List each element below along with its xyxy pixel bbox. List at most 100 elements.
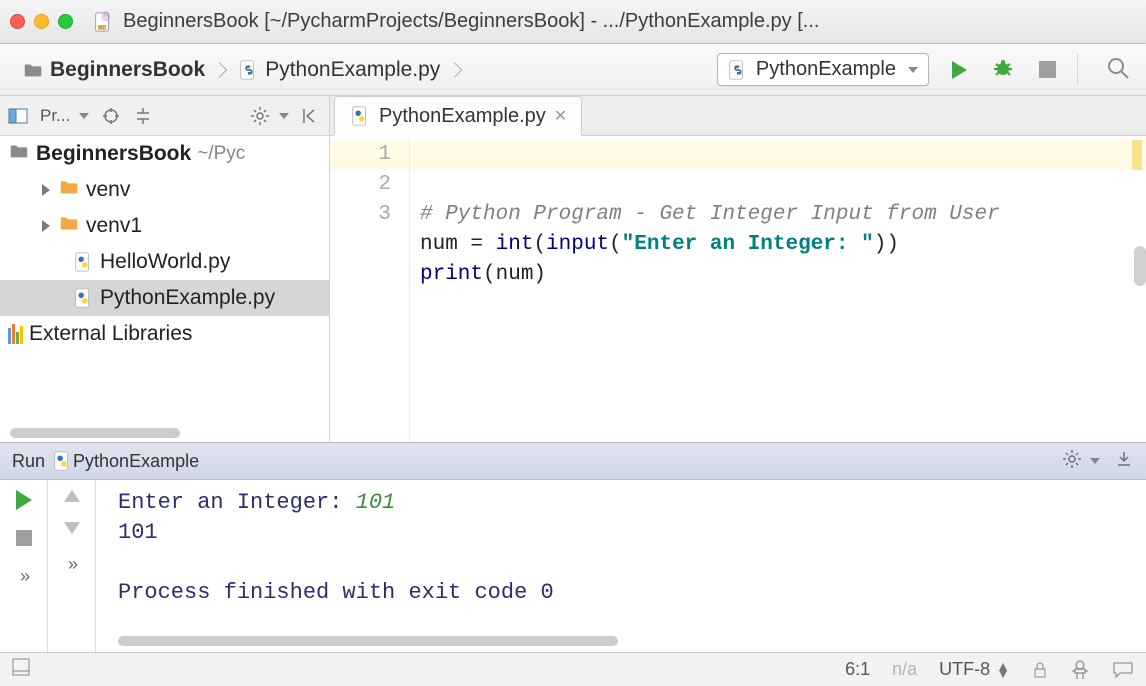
svg-text:PY: PY — [99, 24, 105, 29]
run-tool-body: » » Enter an Integer: 101 101 Process fi… — [0, 480, 1146, 652]
run-controls-left: » — [0, 480, 48, 652]
python-file-icon — [72, 286, 94, 310]
settings-button[interactable] — [250, 106, 270, 126]
more-actions-button[interactable]: » — [20, 566, 27, 587]
editor-tabbar: PythonExample.py ✕ — [330, 96, 1146, 136]
main-split: Pr... BeginnersBook ~/Py — [0, 96, 1146, 442]
chevron-down-icon — [279, 113, 289, 119]
hide-button[interactable] — [301, 106, 321, 126]
line-separator[interactable]: n/a — [892, 659, 917, 680]
project-tool-window: Pr... BeginnersBook ~/Py — [0, 96, 330, 442]
chevron-down-icon — [908, 67, 918, 73]
play-icon — [952, 61, 967, 79]
console-line: 101 — [118, 518, 1136, 548]
editor-pane: PythonExample.py ✕ 1 2 3 # Python Progra… — [330, 96, 1146, 442]
folder-icon — [58, 212, 80, 240]
traffic-lights — [10, 14, 73, 29]
tree-folder-venv[interactable]: venv — [0, 172, 329, 208]
console-exit-line: Process finished with exit code 0 — [118, 578, 1136, 608]
tree-item-label: PythonExample.py — [100, 286, 275, 310]
tree-item-label: HelloWorld.py — [100, 250, 230, 274]
run-tool-settings-button[interactable] — [1062, 449, 1082, 474]
python-file-icon — [726, 58, 748, 81]
window-titlebar: PY BeginnersBook [~/PycharmProjects/Begi… — [0, 0, 1146, 44]
line-number: 2 — [330, 170, 391, 200]
file-encoding[interactable]: UTF-8 ▲▼ — [939, 659, 1010, 680]
chevron-down-icon[interactable] — [79, 113, 89, 119]
stop-button-disabled — [1033, 56, 1061, 84]
run-tool-hide-button[interactable] — [1114, 449, 1134, 474]
run-button[interactable] — [945, 56, 973, 84]
search-icon — [1106, 56, 1130, 84]
tree-file-helloworld[interactable]: HelloWorld.py — [0, 244, 329, 280]
more-actions-button[interactable]: » — [68, 554, 75, 575]
run-controls-nav: » — [48, 480, 96, 652]
tool-windows-quick-access[interactable] — [12, 658, 30, 681]
chevron-down-icon[interactable] — [1090, 458, 1100, 464]
caret-position[interactable]: 6:1 — [845, 659, 870, 680]
tree-item-label: venv — [86, 178, 130, 202]
window-title: BeginnersBook [~/PycharmProjects/Beginne… — [123, 10, 819, 33]
close-tab-button[interactable]: ✕ — [554, 106, 567, 126]
python-file-icon — [51, 450, 73, 472]
updown-icon: ▲▼ — [996, 663, 1010, 677]
tree-item-label: venv1 — [86, 214, 142, 238]
tree-project-root[interactable]: BeginnersBook ~/Pyc — [0, 136, 329, 172]
run-tool-config-label: PythonExample — [73, 451, 199, 472]
project-view-label[interactable]: Pr... — [40, 106, 70, 126]
expand-arrow-icon[interactable] — [42, 184, 50, 196]
folder-icon — [58, 176, 80, 204]
python-file-icon — [72, 250, 94, 274]
tree-root-label: BeginnersBook — [36, 142, 191, 166]
stop-button-disabled — [16, 530, 32, 546]
current-line-highlight — [410, 140, 1146, 170]
collapse-all-button[interactable] — [133, 106, 153, 126]
run-configuration-selector[interactable]: PythonExample — [717, 53, 929, 86]
horizontal-scrollbar[interactable] — [118, 636, 618, 646]
toolbar-divider — [1077, 55, 1078, 85]
console-user-input: 101 — [356, 490, 396, 515]
breadcrumb-file[interactable]: PythonExample.py — [229, 56, 458, 84]
console-prompt: Enter an Integer: — [118, 490, 356, 515]
run-tool-title: Run — [12, 451, 45, 472]
file-type-icon: PY — [92, 11, 114, 33]
status-bar: 6:1 n/a UTF-8 ▲▼ — [0, 652, 1146, 686]
editor-tab-label: PythonExample.py — [379, 105, 546, 128]
breadcrumb-file-label: PythonExample.py — [265, 58, 440, 82]
next-frame-button[interactable] — [64, 522, 80, 534]
code-editor[interactable]: 1 2 3 # Python Program - Get Integer Inp… — [330, 136, 1146, 442]
breadcrumb-project[interactable]: BeginnersBook — [14, 56, 223, 84]
tree-item-label: External Libraries — [29, 322, 192, 346]
window-minimize-button[interactable] — [34, 14, 49, 29]
tree-folder-venv1[interactable]: venv1 — [0, 208, 329, 244]
inspections-indicator[interactable] — [1070, 659, 1090, 681]
tree-file-pythonexample[interactable]: PythonExample.py — [0, 280, 329, 316]
expand-arrow-icon[interactable] — [42, 220, 50, 232]
debug-button[interactable] — [989, 56, 1017, 84]
window-close-button[interactable] — [10, 14, 25, 29]
libraries-icon — [8, 324, 23, 344]
editor-tab-pythonexample[interactable]: PythonExample.py ✕ — [334, 96, 582, 136]
folder-icon — [8, 140, 30, 168]
inspection-marker[interactable] — [1132, 140, 1142, 170]
project-view-icon[interactable] — [8, 106, 28, 126]
event-log-button[interactable] — [1112, 661, 1134, 679]
previous-frame-button[interactable] — [64, 490, 80, 502]
search-everywhere-button[interactable] — [1104, 56, 1132, 84]
line-number-gutter[interactable]: 1 2 3 — [330, 136, 410, 442]
bug-icon — [991, 56, 1015, 84]
console-output[interactable]: Enter an Integer: 101 101 Process finish… — [96, 480, 1146, 652]
code-text-area[interactable]: # Python Program - Get Integer Input fro… — [410, 136, 1146, 442]
project-tree[interactable]: BeginnersBook ~/Pyc venv venv1 HelloWorl… — [0, 136, 329, 442]
python-file-icon — [237, 58, 259, 82]
scroll-to-source-button[interactable] — [101, 106, 121, 126]
line-number: 1 — [330, 140, 409, 170]
breadcrumb-project-label: BeginnersBook — [50, 58, 205, 82]
horizontal-scrollbar[interactable] — [10, 428, 180, 438]
window-zoom-button[interactable] — [58, 14, 73, 29]
folder-icon — [22, 58, 44, 82]
tree-external-libraries[interactable]: External Libraries — [0, 316, 329, 352]
run-tool-titlebar[interactable]: Run PythonExample — [0, 442, 1146, 480]
read-only-toggle[interactable] — [1032, 661, 1048, 679]
rerun-button[interactable] — [16, 490, 32, 510]
